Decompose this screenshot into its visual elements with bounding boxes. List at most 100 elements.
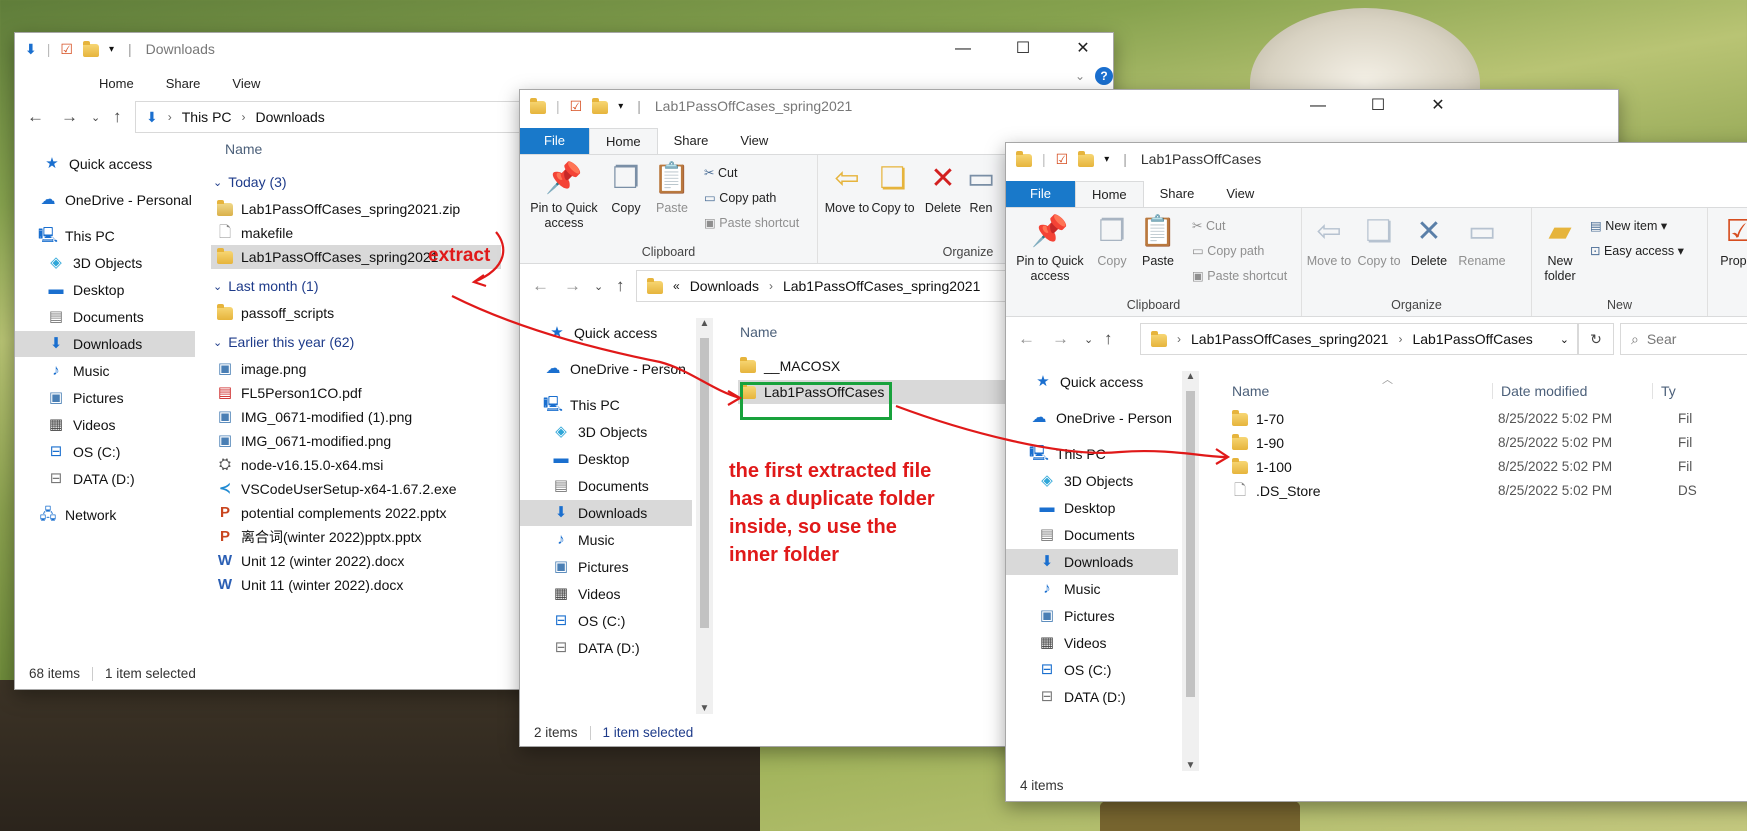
file-row[interactable]: ⛭ node-v16.15.0-x64.msi [211, 453, 491, 477]
help-icon[interactable]: ? [1095, 67, 1113, 85]
breadcrumb-overflow[interactable]: « [673, 279, 680, 293]
delete-button[interactable]: ✕ Delete [920, 161, 966, 216]
back-button[interactable]: ← [27, 107, 44, 127]
nav-os-c[interactable]: ⊟ OS (C:) [15, 439, 195, 465]
tab-share[interactable]: Share [150, 71, 217, 97]
nav-network[interactable]: 🖧 Network [15, 502, 195, 528]
nav-downloads[interactable]: ⬇ Downloads [1006, 549, 1178, 575]
forward-button[interactable]: → [1052, 329, 1069, 349]
copy-path-button[interactable]: ▭ Copy path [1192, 243, 1264, 258]
file-row[interactable]: ▣ IMG_0671-modified (1).png [211, 405, 491, 429]
properties-icon[interactable]: ☑ [1056, 151, 1069, 168]
tab-home[interactable]: Home [1074, 181, 1144, 207]
move-to-button[interactable]: ⇦ Move to [1306, 214, 1352, 269]
new-item-button[interactable]: ▤ New item ▾ [1590, 218, 1667, 233]
tab-home[interactable]: Home [588, 128, 658, 154]
file-row[interactable]: Lab1PassOffCases_spring2021.zip [211, 197, 491, 221]
tab-home[interactable]: Home [83, 71, 150, 97]
properties-icon[interactable]: ☑ [570, 98, 583, 115]
minimize-button[interactable]: — [933, 33, 993, 65]
group-today[interactable]: ⌄ Today (3) [213, 174, 287, 190]
paste-button[interactable]: 📋 Paste [650, 161, 694, 216]
column-header-name[interactable]: Name [740, 324, 777, 340]
nav-os-c[interactable]: ⊟ OS (C:) [1006, 657, 1178, 683]
column-header-date-modified[interactable]: Date modified [1492, 383, 1587, 399]
maximize-button[interactable]: ☐ [1348, 90, 1408, 122]
address-dropdown-icon[interactable]: ⌄ [1560, 333, 1569, 346]
copy-to-button[interactable]: ❏ Copy to [870, 161, 916, 216]
nav-documents[interactable]: ▤ Documents [15, 304, 195, 330]
nav-3d-objects[interactable]: ◈ 3D Objects [1006, 468, 1178, 494]
nav-onedrive[interactable]: ☁ OneDrive - Personal [15, 187, 195, 213]
scroll-down-icon[interactable]: ▼ [696, 703, 713, 714]
file-row[interactable]: ≺ VSCodeUserSetup-x64-1.67.2.exe [211, 477, 491, 501]
rename-button[interactable]: ▭ Rename [1454, 214, 1510, 269]
breadcrumb-lab1-spring2021[interactable]: Lab1PassOffCases_spring2021 [1191, 331, 1388, 347]
nav-desktop[interactable]: ▬ Desktop [15, 277, 195, 303]
breadcrumb-downloads[interactable]: Downloads [256, 109, 325, 125]
tab-file[interactable]: File [1006, 181, 1075, 207]
nav-videos[interactable]: ▦ Videos [1006, 630, 1178, 656]
file-row[interactable]: 1-70 8/25/2022 5:02 PM Fil [1230, 407, 1747, 431]
nav-quick-access[interactable]: ★ Quick access [520, 320, 692, 346]
minimize-button[interactable]: — [1288, 90, 1348, 122]
column-header-name[interactable]: Name [225, 141, 262, 157]
file-row[interactable]: 1-90 8/25/2022 5:02 PM Fil [1230, 431, 1747, 455]
cut-button[interactable]: ✂ Cut [704, 165, 737, 180]
scroll-thumb[interactable] [1186, 391, 1195, 697]
scroll-down-icon[interactable]: ▼ [1182, 760, 1199, 771]
nav-videos[interactable]: ▦ Videos [15, 412, 195, 438]
breadcrumb-lab1-spring2021[interactable]: Lab1PassOffCases_spring2021 [783, 278, 980, 294]
file-row[interactable]: W Unit 11 (winter 2022).docx [211, 573, 491, 597]
new-folder-icon[interactable] [1078, 150, 1095, 167]
refresh-button[interactable]: ↻ [1578, 323, 1614, 355]
nav-documents[interactable]: ▤ Documents [1006, 522, 1178, 548]
new-folder-icon[interactable] [82, 40, 99, 57]
nav-pictures[interactable]: ▣ Pictures [1006, 603, 1178, 629]
up-button[interactable]: ↑ [616, 276, 625, 296]
file-row[interactable]: ▣ IMG_0671-modified.png [211, 429, 491, 453]
search-box[interactable]: ⌕ Sear [1620, 323, 1747, 355]
qat-dropdown-icon[interactable]: ▾ [618, 101, 623, 112]
nav-documents[interactable]: ▤ Documents [520, 473, 692, 499]
forward-button[interactable]: → [564, 276, 581, 296]
qat-dropdown-icon[interactable]: ▾ [1104, 154, 1109, 165]
copy-path-button[interactable]: ▭ Copy path [704, 190, 776, 205]
scroll-thumb[interactable] [700, 338, 709, 628]
back-button[interactable]: ← [532, 276, 549, 296]
properties-icon[interactable]: ☑ [60, 41, 73, 58]
nav-onedrive[interactable]: ☁ OneDrive - Person [1006, 405, 1178, 431]
file-row[interactable]: P 离合词(winter 2022)pptx.pptx [211, 525, 491, 549]
nav-3d-objects[interactable]: ◈ 3D Objects [520, 419, 692, 445]
pin-to-quick-access-button[interactable]: 📌 Pin to Quick access [1010, 214, 1090, 284]
address-bar[interactable]: › Lab1PassOffCases_spring2021 › Lab1Pass… [1140, 323, 1578, 355]
up-button[interactable]: ↑ [113, 107, 122, 127]
recent-locations-icon[interactable]: ⌄ [594, 280, 603, 293]
new-folder-button[interactable]: ▰ New folder [1536, 214, 1584, 284]
breadcrumb-this-pc[interactable]: This PC [182, 109, 232, 125]
nav-3d-objects[interactable]: ◈ 3D Objects [15, 250, 195, 276]
tab-share[interactable]: Share [1144, 181, 1211, 207]
close-button[interactable]: ✕ [1408, 90, 1468, 122]
properties-button[interactable]: ☑Proper [1714, 214, 1747, 269]
paste-shortcut-button[interactable]: ▣ Paste shortcut [704, 215, 799, 230]
nav-music[interactable]: ♪ Music [15, 358, 195, 384]
new-folder-icon[interactable] [592, 97, 609, 114]
easy-access-button[interactable]: ⊡ Easy access ▾ [1590, 243, 1684, 258]
copy-to-button[interactable]: ❏ Copy to [1356, 214, 1402, 269]
nav-this-pc[interactable]: 🖳 This PC [520, 392, 692, 418]
back-button[interactable]: ← [1018, 329, 1035, 349]
nav-this-pc[interactable]: 🖳 This PC [15, 223, 195, 249]
qat-dropdown-icon[interactable]: ▾ [109, 44, 114, 55]
column-header-name[interactable]: Name [1232, 383, 1269, 399]
nav-os-c[interactable]: ⊟ OS (C:) [520, 608, 692, 634]
forward-button[interactable]: → [61, 107, 78, 127]
paste-button[interactable]: 📋 Paste [1136, 214, 1180, 269]
scroll-up-icon[interactable]: ▲ [696, 318, 713, 329]
close-button[interactable]: ✕ [1053, 33, 1113, 65]
tab-share[interactable]: Share [658, 128, 725, 154]
group-earlier-this-year[interactable]: ⌄ Earlier this year (62) [213, 334, 354, 350]
recent-locations-icon[interactable]: ⌄ [91, 111, 100, 124]
breadcrumb-downloads[interactable]: Downloads [690, 278, 759, 294]
copy-button[interactable]: ❐ Copy [604, 161, 648, 216]
